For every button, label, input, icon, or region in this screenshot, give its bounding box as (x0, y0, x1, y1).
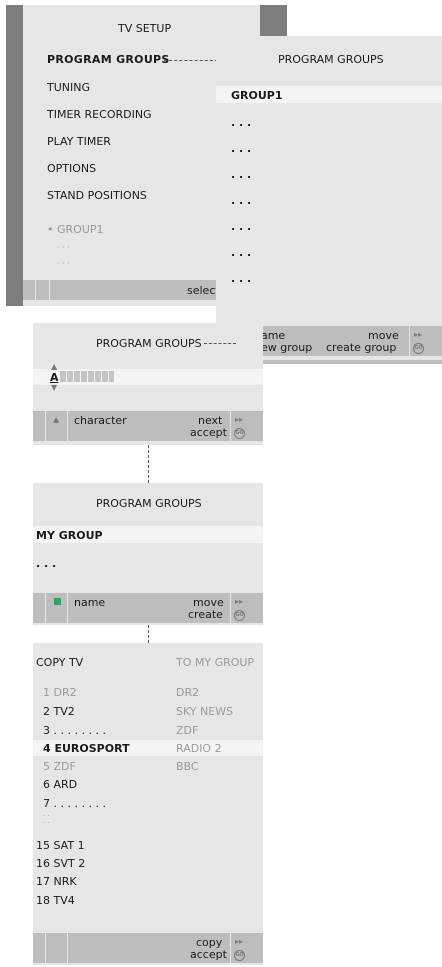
channel-row[interactable]: 1 DR2 (43, 686, 77, 699)
naming-menu: PROGRAM GROUPS ▲ A ▼ ▲ character next ac… (33, 323, 263, 445)
group-channel-row[interactable]: SKY NEWS (176, 705, 233, 718)
go-button-icon: GO (234, 428, 245, 439)
group-slot-dots[interactable]: . . . (231, 168, 251, 181)
channel-row[interactable]: 3 . . . . . . . . (43, 724, 106, 737)
menu-item-stand-positions[interactable]: STAND POSITIONS (47, 189, 147, 202)
connector-line (148, 625, 149, 643)
sub-group-label: GROUP1 (57, 223, 104, 236)
fast-forward-icon: ▸▸ (414, 330, 423, 339)
group-slot-dots[interactable]: . . . (231, 142, 251, 155)
group-channel-row[interactable]: RADIO 2 (176, 742, 222, 755)
group-item-group1[interactable]: GROUP1 (231, 89, 283, 102)
group-slot-dots[interactable]: . . . (231, 220, 251, 233)
footer-divider (49, 280, 50, 300)
group-item-my-group[interactable]: MY GROUP (36, 529, 103, 542)
group-slot-dots[interactable]: . . . (231, 194, 251, 207)
fast-forward-icon: ▸▸ (235, 937, 244, 946)
fast-forward-icon: ▸▸ (235, 597, 244, 606)
menu-item-program-groups[interactable]: PROGRAM GROUPS (47, 53, 170, 66)
footer-character-label: character (74, 414, 127, 427)
my-group-footer: name move create ▸▸ GO (33, 593, 263, 623)
footer-divider (230, 933, 231, 963)
footer-divider (45, 593, 46, 623)
channel-row[interactable]: 17 NRK (36, 875, 77, 888)
group-channel-row[interactable]: DR2 (176, 686, 199, 699)
naming-title: PROGRAM GROUPS (96, 337, 202, 350)
channel-row[interactable]: 15 SAT 1 (36, 839, 85, 852)
go-button-icon: GO (234, 610, 245, 621)
menu-item-tuning[interactable]: TUNING (47, 81, 90, 94)
fast-forward-icon: ▸▸ (235, 415, 244, 424)
group-channel-row[interactable]: BBC (176, 760, 199, 773)
arrow-down-icon: ▼ (51, 383, 58, 392)
group-slot-dots[interactable]: . . . (231, 116, 251, 129)
footer-select-label: select (187, 284, 220, 297)
sub-dots-2: · · · (57, 259, 70, 268)
connector-line (148, 445, 149, 483)
copy-tv-menu: COPY TV TO MY GROUP 1 DR2 2 TV2 3 . . . … (33, 643, 263, 965)
footer-divider (67, 933, 68, 963)
menu-item-options[interactable]: OPTIONS (47, 162, 96, 175)
program-groups-menu: PROGRAM GROUPS GROUP1 . . . . . . . . . … (216, 36, 442, 360)
channel-row[interactable]: 6 ARD (43, 778, 77, 791)
channel-row[interactable]: 2 TV2 (43, 705, 75, 718)
channel-row[interactable]: 16 SVT 2 (36, 857, 85, 870)
my-group-menu: PROGRAM GROUPS MY GROUP . . . name move … (33, 483, 263, 625)
arrow-up-icon: ▲ (53, 415, 60, 424)
channel-row[interactable]: 5 ZDF (43, 760, 76, 773)
group-slot-dots[interactable]: . . . (231, 272, 251, 285)
channel-row[interactable]: 4 EUROSPORT (43, 742, 130, 755)
connector-line (204, 343, 236, 344)
footer-accept-label: accept (190, 426, 227, 439)
footer-divider (45, 411, 46, 441)
green-key-icon (54, 598, 61, 605)
program-groups-title: PROGRAM GROUPS (278, 53, 384, 66)
footer-divider (45, 933, 46, 963)
menu-item-timer-recording[interactable]: TIMER RECORDING (47, 108, 152, 121)
footer-divider (230, 593, 231, 623)
footer-name-label: name (74, 596, 106, 609)
menu-item-play-timer[interactable]: PLAY TIMER (47, 135, 111, 148)
footer-create-group-label: create group (326, 341, 397, 354)
sub-dots-1: · · · (57, 243, 70, 252)
footer-accept-label: accept (190, 948, 227, 961)
footer-divider (230, 411, 231, 441)
footer-divider (67, 411, 68, 441)
group-channel-row[interactable]: ZDF (176, 724, 198, 737)
footer-divider (67, 593, 68, 623)
to-my-group-title: TO MY GROUP (176, 656, 255, 669)
footer-divider (35, 280, 36, 300)
group-slot-dots[interactable]: . . . (231, 246, 251, 259)
list-skip-dots: · · · · (43, 812, 50, 827)
tv-setup-title: TV SETUP (118, 22, 172, 35)
my-group-title: PROGRAM GROUPS (96, 497, 202, 510)
footer-divider (409, 326, 410, 356)
empty-character-slots (60, 371, 114, 382)
channel-row[interactable]: 18 TV4 (36, 894, 75, 907)
copy-tv-title: COPY TV (36, 656, 84, 669)
go-button-icon: GO (413, 343, 424, 354)
arrow-up-icon: ▲ (51, 362, 58, 371)
group-slot-dots[interactable]: . . . (36, 557, 56, 570)
naming-footer: ▲ character next accept ▸▸ GO (33, 411, 263, 441)
footer-create-label: create (188, 608, 223, 621)
go-button-icon: GO (234, 950, 245, 961)
sub-group-item: • GROUP1 (47, 223, 104, 236)
copy-tv-footer: copy accept ▸▸ GO (33, 933, 263, 963)
channel-row[interactable]: 7 . . . . . . . . (43, 797, 106, 810)
